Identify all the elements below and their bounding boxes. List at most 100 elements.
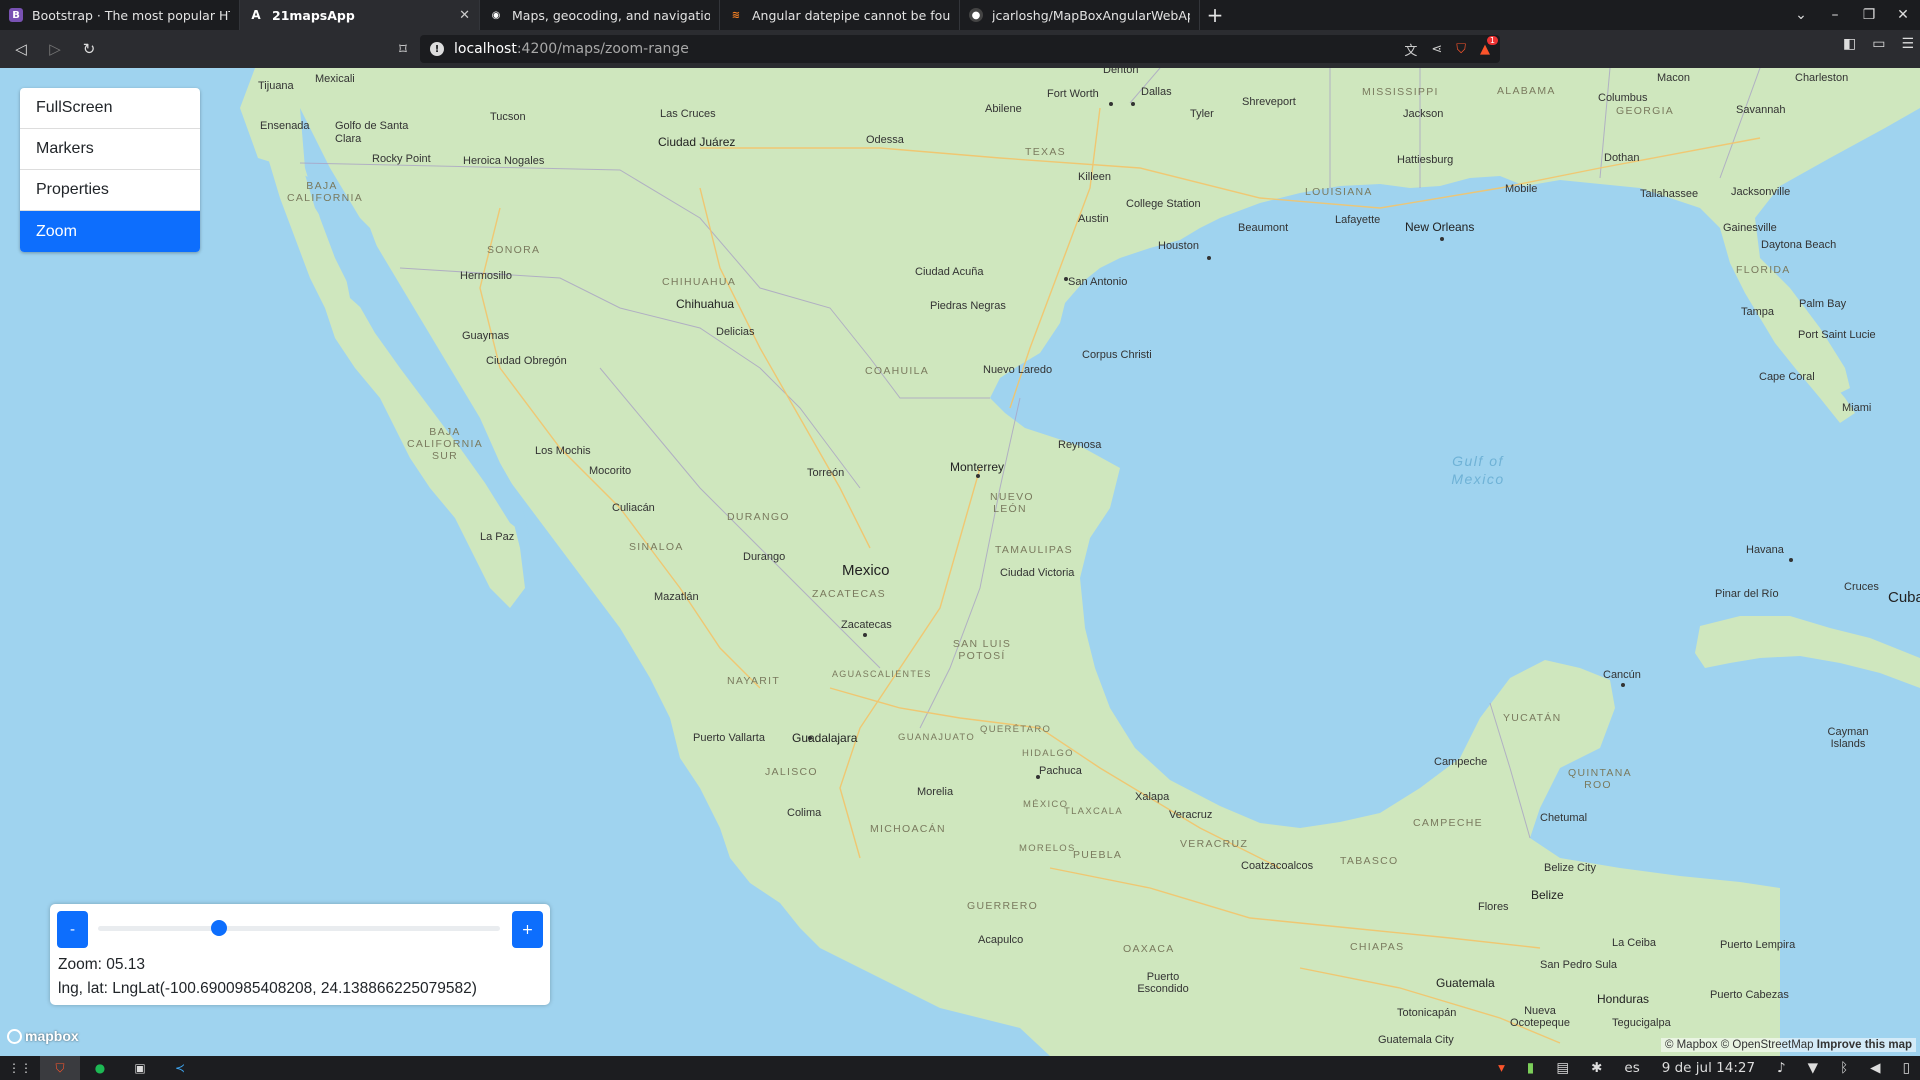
battery-tray-icon[interactable]: ▮ (1527, 1060, 1534, 1076)
zoom-info: Zoom: 05.13 lng, lat: LngLat(-100.690098… (58, 953, 477, 1001)
url-icons: 文 ⋖ ⛉ ▲ 1 (1404, 35, 1498, 63)
city-dot (863, 633, 867, 637)
improve-map-link[interactable]: Improve this map (1817, 1039, 1912, 1051)
tab-title: Bootstrap · The most popular HTML, (32, 7, 230, 23)
mapbox-icon (7, 1028, 22, 1044)
map-label: Havana (1746, 544, 1784, 556)
tab-bootstrap[interactable]: B Bootstrap · The most popular HTML, (0, 0, 240, 30)
map-label: VERACRUZ (1180, 838, 1249, 850)
map-label: Puerto Vallarta (693, 732, 765, 744)
menu-item-properties[interactable]: Properties (20, 170, 200, 211)
volume-icon[interactable]: ◀ (1870, 1060, 1880, 1076)
translate-icon[interactable]: 文 (1404, 40, 1417, 59)
map-label: Totonicapán (1397, 1007, 1457, 1019)
map-label: Columbus (1598, 92, 1648, 104)
menu-icon[interactable]: ☰ (1901, 36, 1914, 52)
back-icon[interactable]: ◁ (8, 36, 34, 62)
zoom-in-button[interactable]: + (512, 911, 543, 948)
brave-rewards-icon[interactable]: ▲ 1 (1480, 35, 1498, 57)
zoom-out-button[interactable]: - (57, 911, 88, 948)
city-dot (1064, 277, 1068, 281)
system-tray: ▾ ▮ ▤ ✱ es 9 de jul 14:27 ♪ ▼ ᛒ ◀ ▯ (1498, 1056, 1910, 1080)
map-label: Miami (1842, 402, 1872, 414)
map-label: Nuevo Laredo (983, 364, 1053, 376)
map-label: Pachuca (1039, 765, 1082, 777)
tab-21mapsapp[interactable]: A 21mapsApp ✕ (240, 0, 480, 30)
bookmark-icon[interactable]: ⌑ (390, 36, 416, 62)
map-label: San Antonio (1068, 276, 1128, 288)
url-field[interactable]: ! localhost:4200/maps/zoom-range 文 ⋖ ⛉ ▲… (420, 35, 1500, 63)
map-label: Los Mochis (535, 445, 591, 457)
spotify-icon[interactable]: ● (80, 1056, 120, 1080)
map-label: Nueva Ocotepeque (1510, 1005, 1570, 1029)
map-label: Austin (1078, 213, 1109, 225)
tab-mapbox[interactable]: ◉ Maps, geocoding, and navigation API (480, 0, 720, 30)
map-label: Guaymas (462, 330, 510, 342)
zoom-slider-thumb[interactable] (210, 920, 227, 936)
map-label: Cape Coral (1759, 371, 1815, 383)
map-label: MORELOS (1019, 843, 1076, 854)
vscode-icon[interactable]: ≺ (160, 1056, 200, 1080)
map-label: Shreveport (1242, 96, 1296, 108)
battery-icon[interactable]: ▯ (1903, 1060, 1910, 1076)
tab-github[interactable]: ● jcarloshg/MapBoxAngularWebApp (960, 0, 1200, 30)
wallet-icon[interactable]: ▭ (1872, 36, 1885, 52)
map-label: Charleston (1795, 72, 1849, 84)
menu-item-zoom[interactable]: Zoom (20, 211, 200, 252)
map-label: Killeen (1078, 171, 1112, 183)
map-label: Mexico (842, 562, 890, 579)
map-label: CAMPECHE (1413, 817, 1483, 829)
mapbox-logo[interactable]: mapbox (7, 1028, 79, 1044)
bluetooth-icon[interactable]: ᛒ (1840, 1060, 1848, 1076)
share-icon[interactable]: ⋖ (1431, 42, 1442, 57)
map-label: Houston (1158, 240, 1199, 252)
screenshot-icon[interactable]: ▣ (120, 1056, 160, 1080)
map-label: BAJA CALIFORNIA SUR (406, 426, 483, 462)
close-icon[interactable]: ✕ (459, 8, 470, 23)
apps-grid-icon[interactable]: ⋮⋮ (0, 1056, 40, 1080)
accessibility-icon[interactable]: ✱ (1591, 1060, 1602, 1076)
maximize-icon[interactable]: ❐ (1852, 7, 1886, 23)
map-label: AGUASCALIENTES (832, 669, 932, 679)
chevron-down-icon[interactable]: ⌄ (1784, 7, 1818, 23)
map-label: Tyler (1190, 108, 1214, 120)
map-label: Cancún (1603, 669, 1641, 681)
reload-icon[interactable]: ↻ (76, 36, 102, 62)
rewards-badge: 1 (1486, 35, 1498, 45)
brave-taskbar-icon[interactable]: ⛉ (40, 1056, 80, 1080)
clipboard-icon[interactable]: ▤ (1556, 1060, 1569, 1076)
menu-item-fullscreen[interactable]: FullScreen (20, 88, 200, 129)
keyboard-language[interactable]: es (1624, 1060, 1639, 1076)
wifi-icon[interactable]: ▼ (1808, 1060, 1818, 1076)
map-label: ALABAMA (1497, 85, 1556, 97)
tab-stackoverflow[interactable]: ≋ Angular datepipe cannot be found - (720, 0, 960, 30)
map-label: HIDALGO (1022, 748, 1074, 759)
brave-shield-icon[interactable]: ⛉ (1456, 42, 1466, 57)
map-label: Campeche (1434, 756, 1488, 768)
new-tab-button[interactable]: + (1200, 0, 1230, 30)
map-label: LOUISIANA (1305, 186, 1373, 198)
map-label: Monterrey (950, 460, 1005, 474)
info-icon[interactable]: ! (430, 42, 444, 56)
forward-icon[interactable]: ▷ (42, 36, 68, 62)
attribution-text[interactable]: © Mapbox © OpenStreetMap (1665, 1039, 1814, 1051)
map-label: BAJA CALIFORNIA (287, 180, 364, 204)
map-label: Pinar del Río (1715, 588, 1779, 600)
map-label: Odessa (866, 134, 904, 146)
zoom-slider[interactable] (98, 920, 500, 936)
menu-item-markers[interactable]: Markers (20, 129, 200, 170)
sidebar-icon[interactable]: ◧ (1843, 36, 1856, 52)
close-window-icon[interactable]: ✕ (1886, 7, 1920, 23)
datetime[interactable]: 9 de jul 14:27 (1662, 1060, 1755, 1076)
minimize-icon[interactable]: – (1818, 7, 1852, 23)
city-dot (808, 736, 812, 740)
bell-icon[interactable]: ♪ (1777, 1060, 1786, 1076)
map-label: SAN LUIS POTOSÍ (952, 638, 1012, 662)
map-label: Ciudad Obregón (486, 355, 567, 367)
map-label: QUINTANA ROO (1568, 767, 1632, 791)
map-label: Puerto Lempira (1720, 939, 1796, 951)
map-label: La Paz (480, 531, 515, 543)
map-label: Tijuana (258, 80, 294, 92)
brave-tray-icon[interactable]: ▾ (1498, 1060, 1505, 1076)
map-label: Culiacán (612, 502, 655, 514)
